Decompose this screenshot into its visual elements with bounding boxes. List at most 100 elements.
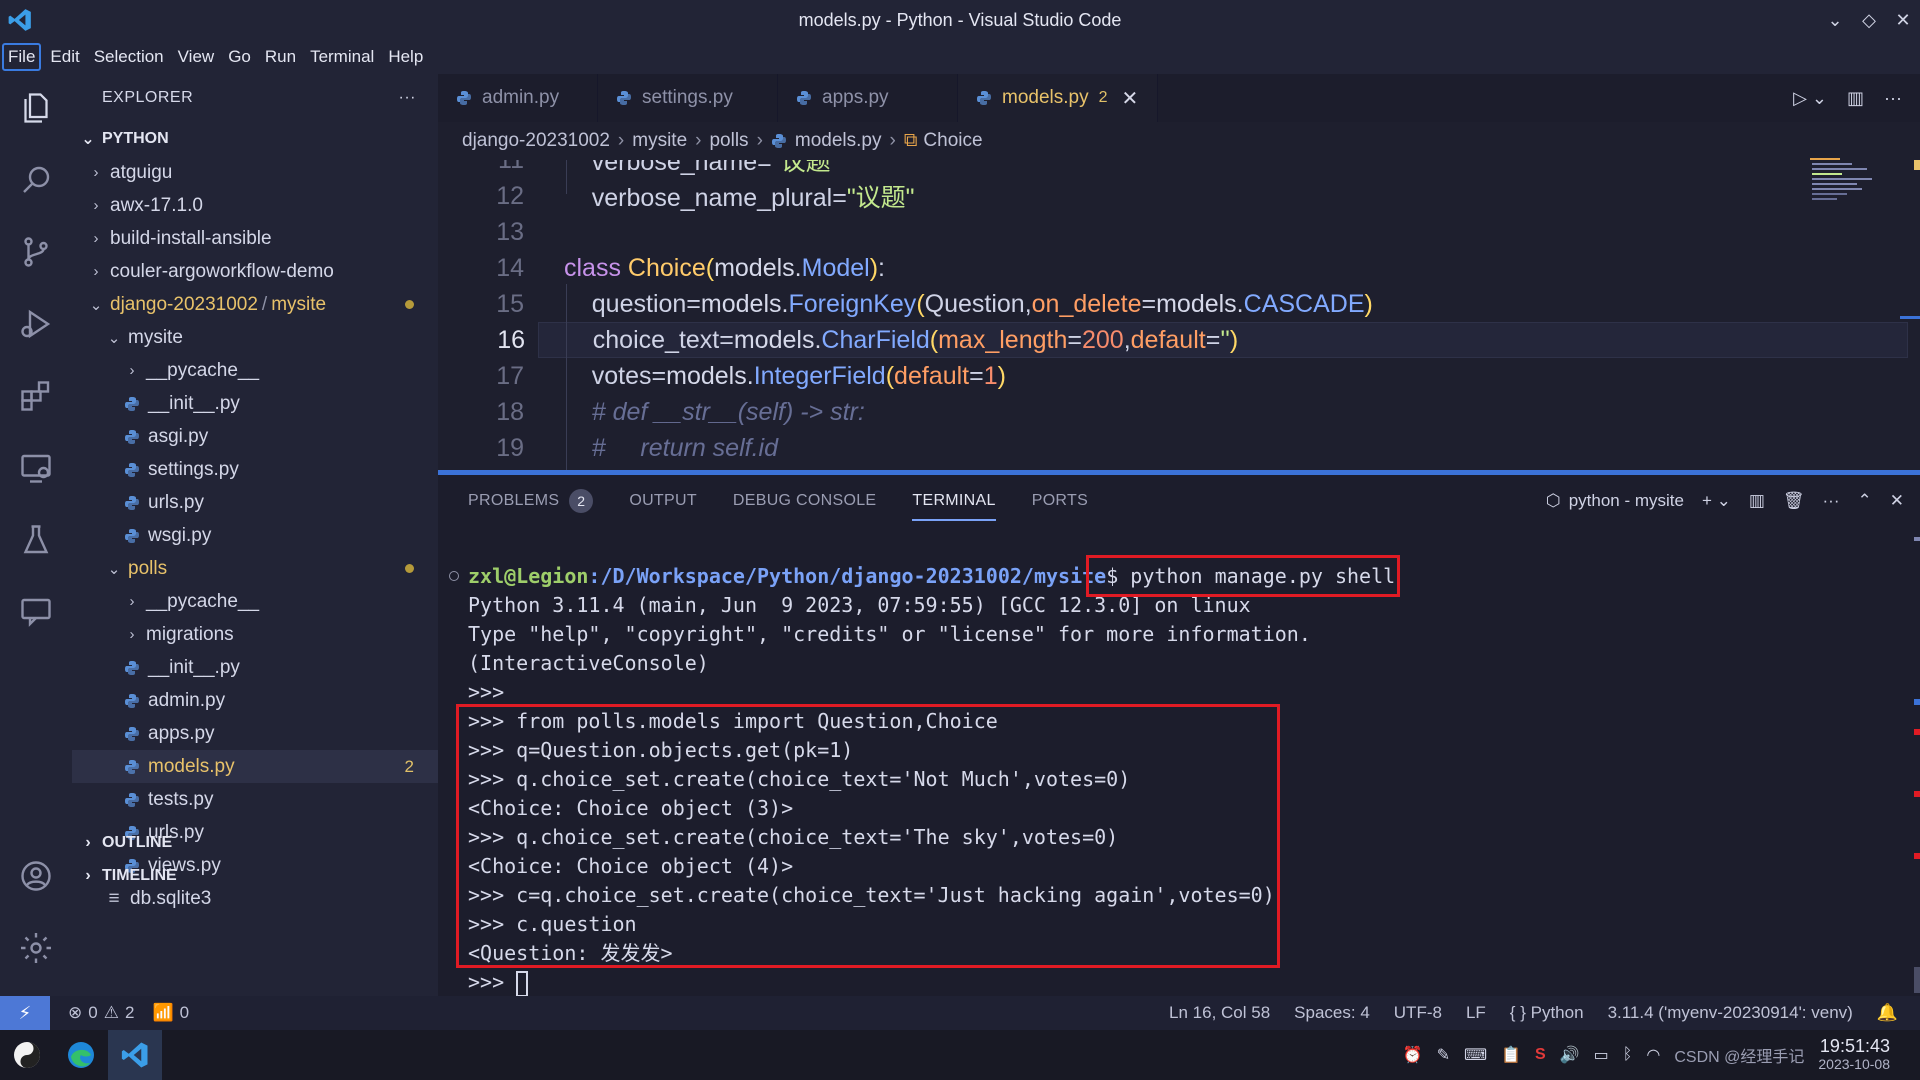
code-line[interactable]: 19 # return self.id bbox=[438, 430, 1808, 466]
file-item[interactable]: __init__.py bbox=[72, 651, 438, 684]
source-control-icon[interactable] bbox=[0, 222, 72, 282]
chat-icon[interactable] bbox=[0, 582, 72, 642]
tab-admin[interactable]: admin.py bbox=[438, 74, 598, 122]
notifications-bell-icon[interactable]: 🔔 bbox=[1877, 1003, 1898, 1023]
tab-models[interactable]: models.py 2 ✕ bbox=[958, 74, 1158, 122]
terminal-tray-icon[interactable]: ⌨ bbox=[1464, 1045, 1487, 1065]
file-item[interactable]: __init__.py bbox=[72, 387, 438, 420]
folder-item[interactable]: ⌄ mysite bbox=[72, 321, 438, 354]
bluetooth-icon[interactable]: ᛒ bbox=[1623, 1046, 1633, 1064]
run-debug-icon[interactable] bbox=[0, 294, 72, 354]
tab-output[interactable]: OUTPUT bbox=[629, 475, 697, 527]
minimap[interactable] bbox=[1810, 156, 1900, 206]
edge-browser-icon[interactable] bbox=[54, 1030, 108, 1080]
editor-scrollbar[interactable] bbox=[1900, 160, 1920, 470]
run-file-icon[interactable]: ▷ ⌄ bbox=[1793, 88, 1827, 109]
file-item[interactable]: admin.py bbox=[72, 684, 438, 717]
menu-run[interactable]: Run bbox=[260, 43, 301, 71]
battery-icon[interactable]: ▭ bbox=[1594, 1045, 1609, 1065]
breadcrumb-item[interactable]: polls bbox=[709, 130, 748, 152]
account-icon[interactable] bbox=[0, 846, 72, 906]
maximize-panel-icon[interactable]: ⌃ bbox=[1858, 491, 1872, 511]
breadcrumb-item[interactable]: mysite bbox=[632, 130, 687, 152]
file-item[interactable]: models.py 2 bbox=[72, 750, 438, 783]
folder-item[interactable]: ⌄ polls bbox=[72, 552, 438, 585]
pen-icon[interactable]: ✎ bbox=[1437, 1045, 1450, 1065]
folder-item[interactable]: › build-install-ansible bbox=[72, 222, 438, 255]
minimize-icon[interactable]: ⌄ bbox=[1818, 0, 1852, 40]
file-item[interactable]: settings.py bbox=[72, 453, 438, 486]
language-mode[interactable]: { } Python bbox=[1510, 1003, 1584, 1023]
settings-gear-icon[interactable] bbox=[0, 918, 72, 978]
file-item[interactable]: tests.py bbox=[72, 783, 438, 816]
workspace-root[interactable]: ⌄ PYTHON bbox=[72, 122, 438, 156]
clipboard-icon[interactable]: 📋 bbox=[1501, 1045, 1521, 1065]
python-interpreter[interactable]: 3.11.4 ('myenv-20230914': venv) bbox=[1608, 1003, 1853, 1023]
file-item[interactable]: urls.py bbox=[72, 486, 438, 519]
code-line[interactable]: 13 bbox=[438, 214, 1808, 250]
split-terminal-icon[interactable]: ▥ bbox=[1749, 491, 1765, 511]
panel-more-icon[interactable]: ··· bbox=[1823, 491, 1840, 511]
code-editor[interactable]: 11 verbose_name="议题"12 verbose_name_plur… bbox=[438, 160, 1920, 470]
file-item[interactable]: apps.py bbox=[72, 717, 438, 750]
close-panel-icon[interactable]: ✕ bbox=[1890, 491, 1904, 511]
encoding[interactable]: UTF-8 bbox=[1394, 1003, 1442, 1023]
menu-view[interactable]: View bbox=[173, 43, 220, 71]
folder-item[interactable]: › atguigu bbox=[72, 156, 438, 189]
file-item[interactable]: wsgi.py bbox=[72, 519, 438, 552]
tab-problems[interactable]: PROBLEMS 2 bbox=[468, 475, 594, 527]
menu-go[interactable]: Go bbox=[223, 43, 256, 71]
vscode-taskbar-icon[interactable] bbox=[108, 1030, 162, 1080]
code-line[interactable]: 18 # def __str__(self) -> str: bbox=[438, 394, 1808, 430]
code-line[interactable]: 15 question=models.ForeignKey(Question,o… bbox=[438, 286, 1808, 322]
kill-terminal-icon[interactable]: 🗑 bbox=[1783, 491, 1805, 511]
problems-status[interactable]: ⊗ 0 ⚠ 2 bbox=[68, 1003, 134, 1023]
editor-more-icon[interactable]: ··· bbox=[1884, 88, 1902, 109]
close-window-icon[interactable]: ✕ bbox=[1886, 0, 1920, 40]
code-line[interactable]: 17 votes=models.IntegerField(default=1) bbox=[438, 358, 1808, 394]
more-actions-icon[interactable]: ··· bbox=[399, 89, 416, 107]
indentation[interactable]: Spaces: 4 bbox=[1294, 1003, 1370, 1023]
cursor-position[interactable]: Ln 16, Col 58 bbox=[1169, 1003, 1270, 1023]
breadcrumb-item[interactable]: django-20231002 bbox=[462, 130, 610, 152]
clock[interactable]: 19:51:43 2023-10-08 bbox=[1818, 1037, 1890, 1073]
end-of-line[interactable]: LF bbox=[1466, 1003, 1486, 1023]
code-line[interactable]: 12 verbose_name_plural="议题" bbox=[438, 178, 1808, 214]
file-item[interactable]: asgi.py bbox=[72, 420, 438, 453]
start-menu-icon[interactable] bbox=[0, 1030, 54, 1080]
tab-apps[interactable]: apps.py bbox=[778, 74, 958, 122]
close-tab-icon[interactable]: ✕ bbox=[1122, 86, 1139, 111]
remote-explorer-icon[interactable] bbox=[0, 438, 72, 498]
menu-edit[interactable]: Edit bbox=[45, 43, 84, 71]
menu-selection[interactable]: Selection bbox=[89, 43, 169, 71]
folder-item[interactable]: › __pycache__ bbox=[72, 354, 438, 387]
tab-debug-console[interactable]: DEBUG CONSOLE bbox=[733, 475, 877, 527]
testing-icon[interactable] bbox=[0, 510, 72, 570]
command-decoration-icon[interactable] bbox=[449, 571, 459, 581]
wifi-icon[interactable]: ◠ bbox=[1646, 1045, 1660, 1065]
menu-terminal[interactable]: Terminal bbox=[305, 43, 379, 71]
ports-status[interactable]: 📶 0 bbox=[152, 1003, 189, 1023]
terminal-scrollbar[interactable] bbox=[1900, 527, 1920, 996]
tab-ports[interactable]: PORTS bbox=[1032, 475, 1088, 527]
code-line[interactable]: 16 choice_text=models.CharField(max_leng… bbox=[497, 322, 1908, 358]
volume-icon[interactable]: 🔊 bbox=[1560, 1045, 1580, 1065]
outline-section[interactable]: › OUTLINE bbox=[72, 826, 438, 859]
timeline-section[interactable]: › TIMELINE bbox=[72, 859, 438, 892]
tab-terminal[interactable]: TERMINAL bbox=[912, 475, 997, 527]
folder-item[interactable]: › __pycache__ bbox=[72, 585, 438, 618]
folder-item[interactable]: ⌄ django-20231002/mysite bbox=[72, 288, 438, 321]
new-terminal-icon[interactable]: + ⌄ bbox=[1702, 491, 1731, 511]
split-editor-icon[interactable]: ▥ bbox=[1847, 88, 1864, 109]
code-line[interactable]: 11 verbose_name="议题" bbox=[438, 160, 1808, 178]
breadcrumb-item[interactable]: models.py bbox=[795, 130, 882, 152]
terminal-selector[interactable]: ⬡ python - mysite bbox=[1546, 491, 1684, 511]
folder-item[interactable]: › awx-17.1.0 bbox=[72, 189, 438, 222]
menu-help[interactable]: Help bbox=[383, 43, 428, 71]
code-line[interactable]: 14 class Choice(models.Model): bbox=[438, 250, 1808, 286]
sogou-input-icon[interactable]: S bbox=[1535, 1046, 1546, 1064]
menu-file[interactable]: File bbox=[2, 43, 42, 71]
remote-indicator-icon[interactable]: ⚡ bbox=[0, 996, 50, 1030]
alarm-icon[interactable]: ⏰ bbox=[1403, 1045, 1423, 1065]
explorer-icon[interactable] bbox=[0, 78, 72, 138]
